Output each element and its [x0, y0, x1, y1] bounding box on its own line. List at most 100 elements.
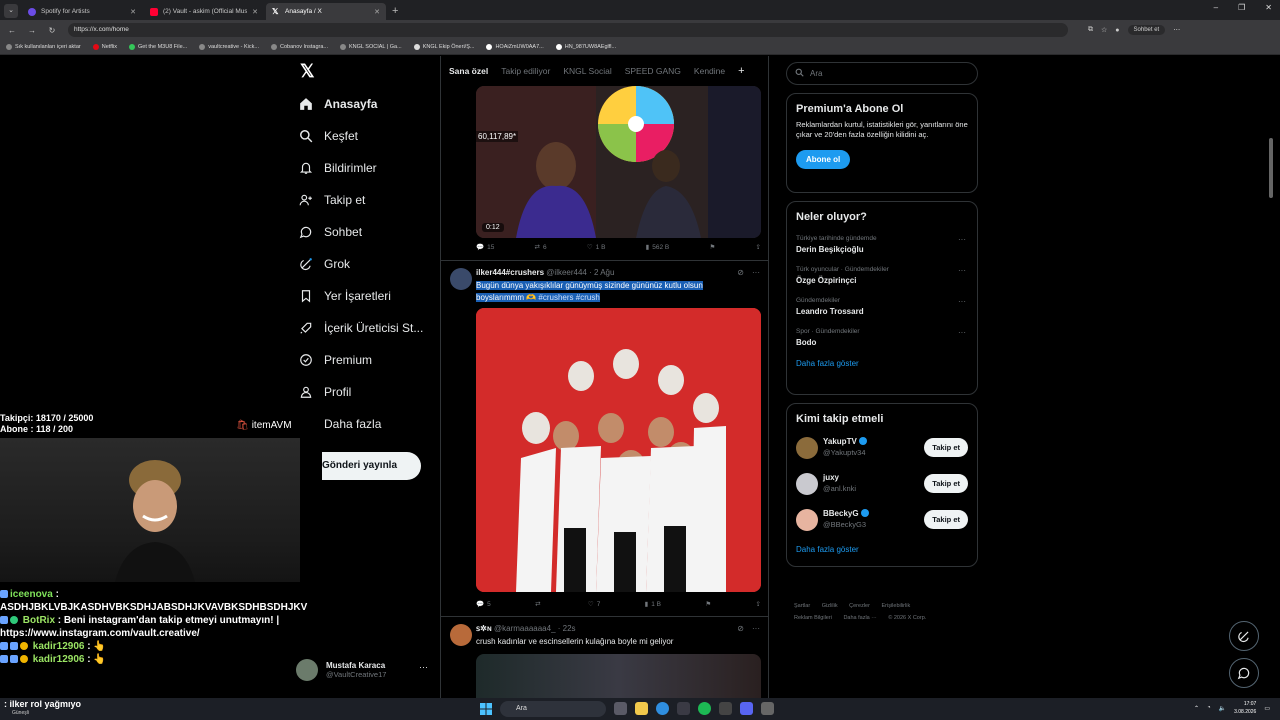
tab-menu-icon[interactable]: ⌄ [4, 4, 18, 18]
post-button[interactable]: Gönderi yayınla [322, 452, 421, 480]
calculator-icon[interactable] [761, 702, 774, 715]
task-view-icon[interactable] [614, 702, 627, 715]
like-button[interactable]: ♡ 7 [588, 600, 600, 609]
trend-item[interactable]: Türk oyuncular · Gündemdekiler Özge Özpi… [796, 266, 968, 285]
close-tab-icon[interactable]: ✕ [252, 8, 258, 16]
scrollbar[interactable] [1268, 60, 1274, 700]
more-icon[interactable]: ··· [752, 624, 760, 633]
weather-widget[interactable]: : ilker rol yağmıyo Güneşli [4, 700, 81, 718]
more-icon[interactable]: ··· [958, 297, 966, 306]
tab-speed-gang[interactable]: SPEED GANG [625, 66, 681, 76]
suggestion-item[interactable]: YakupTV @Yakuptv34 Takip et [796, 435, 968, 461]
nav-item-more[interactable]: Daha fazla [298, 416, 381, 432]
footer-link[interactable]: Gizlilik [822, 603, 838, 609]
suggestion-item[interactable]: BBeckyG @BBeckyG3 Takip et [796, 507, 968, 533]
chevron-up-icon[interactable]: ⌃ [1194, 705, 1199, 712]
trend-item[interactable]: Spor · Gündemdekiler Bodo ··· [796, 328, 968, 347]
more-icon[interactable]: ··· [752, 268, 760, 277]
store-icon[interactable] [677, 702, 690, 715]
grok-icon[interactable]: ⊘ [737, 268, 744, 277]
forward-icon[interactable]: → [24, 26, 40, 35]
bookmark-button[interactable]: ⚑ [705, 600, 711, 608]
bookmark-item[interactable]: Sık kullanılanları içeri aktar [6, 44, 81, 50]
bookmark-item[interactable]: Netflix [92, 44, 117, 50]
nav-item-home[interactable]: Anasayfa [298, 96, 377, 112]
reload-icon[interactable]: ↻ [44, 26, 60, 35]
maximize-icon[interactable]: ❐ [1238, 3, 1245, 12]
extensions-icon[interactable]: ⧉ [1088, 26, 1093, 34]
profile-icon[interactable]: ● [1115, 27, 1119, 34]
post-image[interactable] [476, 308, 761, 592]
x-logo-icon[interactable]: 𝕏 [300, 62, 316, 80]
bookmark-item[interactable]: HN_987UW8AEglfl... [555, 44, 616, 50]
trend-item[interactable]: Türkiye tarihinde gündemde Derin Beşikçi… [796, 235, 968, 254]
author-handle[interactable]: @karmaaaaaa4_ · 22s [494, 624, 576, 633]
footer-link[interactable]: Daha fazla ··· [843, 615, 876, 621]
edge-icon[interactable] [656, 702, 669, 715]
author-name[interactable]: ꜱ✲ɴ [476, 624, 492, 633]
avatar[interactable] [450, 268, 472, 290]
discord-icon[interactable] [740, 702, 753, 715]
post-video[interactable]: 60,117,89* 0:12 [476, 86, 761, 238]
nav-item-explore[interactable]: Keşfet [298, 128, 358, 144]
bookmark-item[interactable]: Cobanov Instagra... [270, 44, 328, 50]
close-tab-icon[interactable]: ✕ [374, 8, 380, 16]
footer-link[interactable]: Çerezler [849, 603, 870, 609]
tab-for-you[interactable]: Sana özel [449, 66, 488, 76]
author-handle[interactable]: @ilkeer444 · 2 Ağu [546, 268, 614, 277]
close-window-icon[interactable]: ✕ [1265, 3, 1272, 12]
minimize-icon[interactable]: – [1214, 3, 1218, 12]
reply-button[interactable]: 💬 15 [476, 243, 494, 252]
scrollbar-thumb[interactable] [1269, 138, 1273, 198]
url-field[interactable]: https://x.com/home [68, 23, 1068, 37]
share-button[interactable]: ⇪ [756, 600, 761, 608]
tab-following[interactable]: Takip ediliyor [501, 66, 550, 76]
reply-button[interactable]: 💬 5 [476, 600, 491, 609]
like-button[interactable]: ♡ 1 B [587, 243, 606, 252]
search-input[interactable]: Ara [786, 62, 978, 85]
views-button[interactable]: ▮ 1 B [645, 600, 661, 609]
nav-item-premium[interactable]: Premium [298, 352, 372, 368]
bookmark-item[interactable]: KNGL Ekip Öneri/Ş... [413, 44, 474, 50]
close-tab-icon[interactable]: ✕ [130, 8, 136, 16]
chat-link[interactable]: https://www.instagram.com/vault.creative… [0, 627, 320, 640]
new-tab-icon[interactable]: + [392, 3, 398, 20]
suggestion-item[interactable]: juxy @anl.knki Takip et [796, 471, 968, 497]
footer-link[interactable]: Şartlar [794, 603, 810, 609]
file-explorer-icon[interactable] [635, 702, 648, 715]
tab-spotify[interactable]: Spotify for Artists ✕ [22, 3, 142, 20]
notifications-icon[interactable]: ▭ [1264, 705, 1270, 712]
add-tab-icon[interactable]: + [738, 65, 744, 77]
windows-start-icon[interactable] [480, 703, 492, 715]
follow-button[interactable]: Takip et [924, 474, 968, 493]
copilot-chat-button[interactable]: Sohbet et [1127, 25, 1166, 35]
avatar[interactable] [450, 624, 472, 646]
follow-button[interactable]: Takip et [924, 510, 968, 529]
volume-icon[interactable]: 🔈 [1219, 705, 1226, 712]
tab-kngl-social[interactable]: KNGL Social [563, 66, 611, 76]
favorites-icon[interactable]: ☆ [1101, 26, 1107, 34]
more-icon[interactable]: ··· [958, 235, 966, 244]
back-icon[interactable]: ← [4, 26, 20, 35]
repost-button[interactable]: ⇄ 6 [535, 243, 547, 252]
hashtags[interactable]: #crushers #crush [538, 292, 600, 302]
subscribe-button[interactable]: Abone ol [796, 150, 851, 169]
nav-item-profile[interactable]: Profil [298, 384, 351, 400]
nav-item-follow[interactable]: Takip et [298, 192, 365, 208]
bookmark-item[interactable]: vaultcreative - Kick... [199, 44, 259, 50]
footer-link[interactable]: Erişilebilirlik [881, 603, 910, 609]
footer-link[interactable]: Reklam Bilgileri [794, 615, 832, 621]
nav-item-bookmarks[interactable]: Yer İşaretleri [298, 288, 391, 304]
more-icon[interactable]: ··· [958, 266, 966, 275]
network-icon[interactable]: ◔ [1207, 705, 1211, 711]
repost-button[interactable]: ⇄ [535, 600, 543, 608]
grok-fab[interactable] [1229, 621, 1259, 651]
browser-menu-icon[interactable]: ⋯ [1173, 26, 1180, 34]
follow-button[interactable]: Takip et [924, 438, 968, 457]
author-name[interactable]: ilker444#crushers [476, 268, 544, 277]
tab-youtube[interactable]: (2) Vault - askim (Official Music Vi ✕ [144, 3, 264, 20]
show-more-link[interactable]: Daha fazla göster [796, 545, 968, 554]
spotify-icon[interactable] [698, 702, 711, 715]
grok-icon[interactable]: ⊘ [737, 624, 744, 633]
nav-item-creator-studio[interactable]: İçerik Üreticisi St... [298, 320, 423, 336]
